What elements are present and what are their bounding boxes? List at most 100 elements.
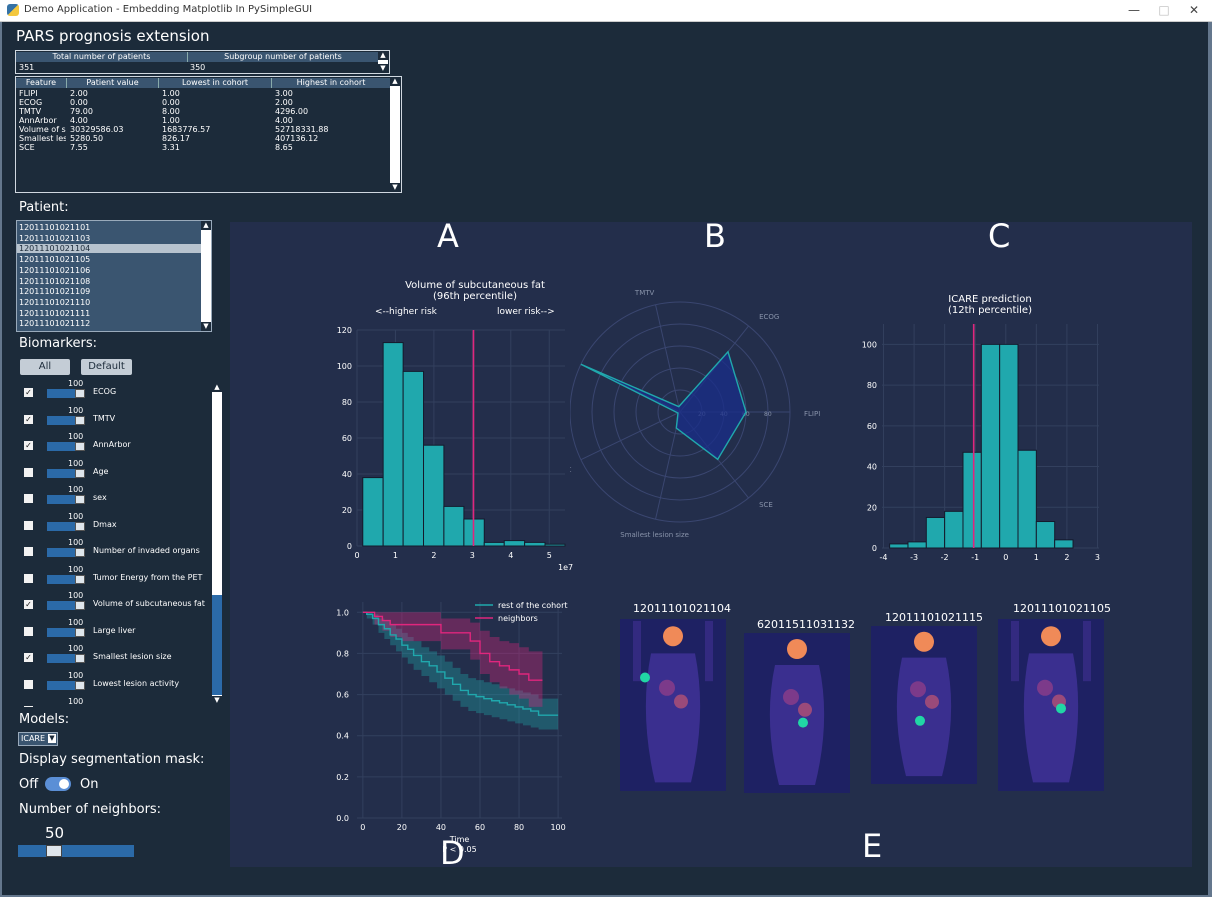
pet-scan-image[interactable] — [620, 619, 726, 791]
patient-list-item[interactable]: 12011101021111 — [19, 309, 90, 318]
biomarker-weight-slider[interactable] — [47, 548, 85, 557]
slider-thumb[interactable] — [75, 415, 85, 425]
biomarker-checkbox[interactable] — [24, 520, 33, 530]
biomarker-checkbox[interactable] — [24, 467, 33, 477]
chevron-down-icon[interactable]: ▼ — [48, 734, 56, 743]
patient-list-item[interactable]: 12011101021108 — [19, 277, 90, 286]
biomarker-weight-slider[interactable] — [47, 654, 85, 663]
scroll-up-icon[interactable]: ▲ — [212, 383, 222, 392]
slider-thumb[interactable] — [75, 574, 85, 584]
scroll-up-icon[interactable]: ▲ — [201, 221, 211, 230]
model-select[interactable]: ICARE ▼ — [18, 732, 58, 746]
summary-scrollbar[interactable]: ▲ ▼ — [378, 51, 388, 73]
biomarker-checkbox[interactable] — [24, 573, 33, 583]
scroll-thumb[interactable] — [212, 393, 222, 593]
biomarker-weight-value: 100 — [68, 458, 84, 468]
slider-thumb[interactable] — [75, 680, 85, 690]
slider-thumb[interactable] — [75, 468, 85, 478]
biomarker-weight-slider[interactable] — [47, 574, 85, 584]
feature-cell: 3.00 — [275, 89, 293, 98]
scroll-down-icon[interactable]: ▼ — [212, 696, 222, 705]
x-tick-label: 2 — [1064, 553, 1069, 562]
biomarker-checkbox[interactable]: ✓ — [24, 600, 33, 609]
feature-scrollbar[interactable]: ▲ ▼ — [390, 77, 400, 192]
y-tick-label: 120 — [337, 326, 352, 335]
biomarker-weight-slider[interactable] — [47, 495, 85, 504]
biomarker-scrollbar[interactable]: ▲ ▼ — [212, 383, 222, 705]
biomarker-weight-slider[interactable] — [47, 627, 85, 637]
biomarker-checkbox[interactable] — [24, 679, 33, 689]
all-button[interactable]: All — [20, 359, 70, 375]
scroll-down-icon[interactable]: ▼ — [201, 322, 211, 331]
feature-header-lowest[interactable]: Lowest in cohort — [159, 78, 272, 88]
patient-list-item[interactable]: 12011101021112 — [19, 319, 90, 328]
scroll-track[interactable] — [212, 595, 222, 695]
biomarker-checkbox[interactable]: ✓ — [24, 653, 33, 662]
patient-list-item[interactable]: 12011101021109 — [19, 287, 90, 296]
slider-thumb[interactable] — [75, 548, 85, 557]
pet-scan-image[interactable] — [998, 619, 1104, 791]
scroll-up-icon[interactable]: ▲ — [378, 51, 388, 60]
neighbors-slider[interactable] — [18, 845, 134, 857]
maximize-button[interactable]: □ — [1152, 2, 1176, 18]
pet-scan-image[interactable] — [744, 633, 850, 793]
biomarker-weight-slider[interactable] — [47, 468, 85, 478]
patient-list-item[interactable]: 12011101021103 — [19, 234, 90, 243]
scroll-down-icon[interactable]: ▼ — [378, 64, 388, 73]
patient-list-item[interactable]: 12011101021104 — [17, 244, 207, 254]
biomarker-weight-slider[interactable] — [47, 521, 85, 531]
patient-list-item[interactable]: 12011101021106 — [19, 266, 90, 275]
scroll-down-icon[interactable]: ▼ — [390, 183, 400, 192]
histogram-bar — [999, 343, 1019, 549]
biomarker-checkbox[interactable] — [24, 706, 33, 707]
slider-thumb[interactable] — [75, 442, 85, 451]
default-button[interactable]: Default — [81, 359, 132, 375]
x-tick-label: 4 — [508, 551, 513, 560]
feature-header-patient[interactable]: Patient value — [67, 78, 159, 88]
feature-header-highest[interactable]: Highest in cohort — [272, 78, 391, 88]
biomarker-checkbox[interactable]: ✓ — [24, 414, 33, 424]
feature-cell: FLIPI — [19, 89, 38, 98]
biomarker-checkbox[interactable] — [24, 626, 33, 636]
slider-thumb[interactable] — [75, 495, 85, 504]
biomarker-weight-slider[interactable] — [47, 601, 85, 610]
summary-header-subgroup[interactable]: Subgroup number of patients — [188, 52, 379, 62]
slider-thumb[interactable] — [75, 521, 85, 531]
pet-scan-image[interactable] — [871, 626, 977, 784]
patient-list-item[interactable]: 12011101021105 — [19, 255, 90, 264]
slider-thumb[interactable] — [46, 845, 62, 857]
y-tick-label: 80 — [342, 398, 352, 407]
models-label: Models: — [19, 712, 70, 727]
slider-thumb[interactable] — [75, 654, 85, 663]
patient-list-item[interactable]: 12011101021101 — [19, 223, 90, 232]
patient-list-item[interactable]: 12011101021110 — [19, 298, 90, 307]
slider-thumb[interactable] — [75, 601, 85, 610]
x-tick-label: 100 — [550, 823, 565, 832]
feature-cell: 2.00 — [70, 89, 88, 98]
minimize-button[interactable]: — — [1122, 2, 1146, 18]
figure-canvas: A B C D E Volume of subcutaneous fat (96t… — [230, 222, 1192, 867]
feature-cell: 7.55 — [70, 143, 88, 152]
x-tick-label: 80 — [514, 823, 524, 832]
radar-polygon — [580, 350, 747, 461]
slider-thumb[interactable] — [75, 389, 85, 398]
patient-scrollbar[interactable]: ▲ ▼ — [201, 221, 211, 331]
close-button[interactable]: ✕ — [1182, 2, 1206, 18]
biomarker-weight-slider[interactable] — [47, 680, 85, 690]
biomarker-checkbox[interactable] — [24, 547, 33, 556]
slider-thumb[interactable] — [75, 627, 85, 637]
scroll-up-icon[interactable]: ▲ — [390, 77, 400, 86]
segmentation-toggle[interactable] — [45, 777, 71, 791]
biomarker-checkbox[interactable] — [24, 494, 33, 503]
x-tick-label: 1 — [393, 551, 398, 560]
summary-header-total[interactable]: Total number of patients — [16, 52, 188, 62]
patient-listbox[interactable]: 12011101021101 12011101021103 120111010211… — [16, 220, 212, 332]
y-tick-label: 0 — [872, 544, 877, 553]
biomarker-checkbox[interactable]: ✓ — [24, 388, 33, 397]
biomarker-checkbox[interactable]: ✓ — [24, 441, 33, 450]
x-tick-label: 3 — [1095, 553, 1100, 562]
feature-header-feature[interactable]: Feature — [16, 78, 67, 88]
biomarker-weight-slider[interactable] — [47, 442, 85, 451]
biomarker-weight-slider[interactable] — [47, 415, 85, 425]
biomarker-weight-slider[interactable] — [47, 389, 85, 398]
